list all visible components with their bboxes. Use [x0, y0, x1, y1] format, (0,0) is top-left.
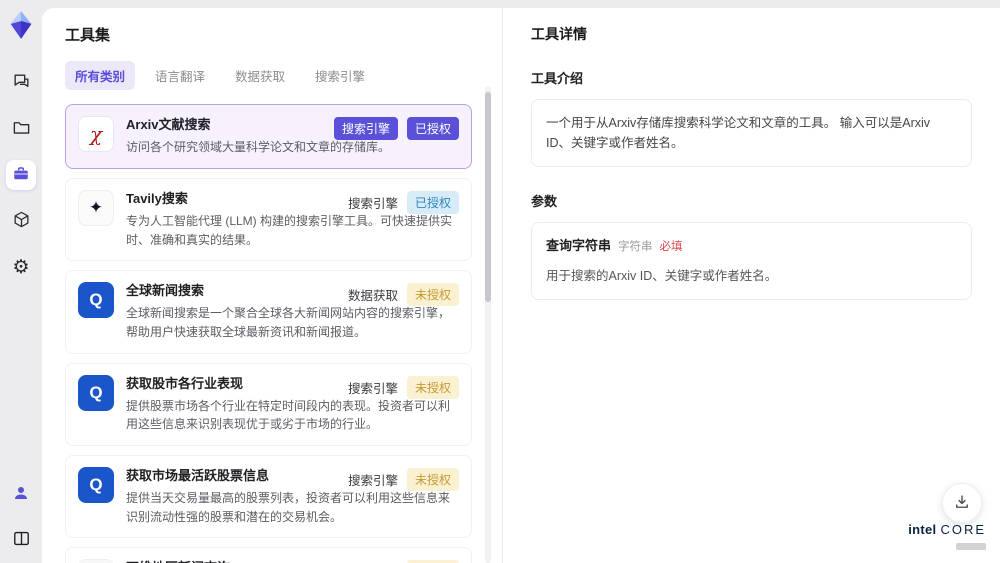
- sidebar-item-models[interactable]: [6, 206, 36, 236]
- sidebar-item-account[interactable]: [6, 479, 36, 509]
- panel-icon: [12, 529, 31, 551]
- tool-badges: 数据获取 未授权: [347, 283, 459, 307]
- status-badge: 已授权: [406, 190, 459, 214]
- tool-desc: 提供当天交易量最高的股票列表，投资者可以利用这些信息来识别流动性强的股票和潜在的…: [126, 491, 451, 524]
- category-label: 搜索引擎: [347, 473, 398, 488]
- sidebar-item-settings[interactable]: ⚙: [6, 252, 36, 282]
- param-header: 查询字符串 字符串 必填: [546, 236, 957, 257]
- tool-badges: 搜索引擎 未授权: [347, 375, 459, 399]
- content-shell: 工具集 所有类别 语言翻译 数据获取 搜索引擎 χ Arxiv文献搜索 访问各个研究领…: [42, 8, 1000, 563]
- status-badge: 未授权: [406, 467, 459, 491]
- intro-heading: 工具介绍: [531, 71, 584, 86]
- page-title: 工具集: [65, 27, 111, 44]
- download-button[interactable]: [942, 483, 982, 523]
- news-app-logo-icon: Q: [78, 374, 114, 411]
- chat-icon: [12, 72, 31, 94]
- category-label: 搜索引擎: [347, 196, 398, 211]
- tool-desc: 访问各个研究领域大量科学论文和文章的存储库。: [126, 140, 391, 155]
- folder-icon: [12, 118, 31, 140]
- tab-2[interactable]: 数据获取: [225, 61, 295, 90]
- tab-3[interactable]: 搜索引擎: [305, 61, 375, 90]
- intel-core-sub-badge: [956, 543, 986, 550]
- download-icon: [953, 493, 971, 514]
- tool-badges: 搜索引擎 已授权: [347, 190, 459, 214]
- briefcase-icon: [12, 165, 30, 186]
- tool-card[interactable]: 万维地区新闻查询 查询具体行政区划内的新闻，快速了解各地新闻动 搜索引擎 未授权: [65, 547, 472, 563]
- tab-0[interactable]: 所有类别: [65, 61, 136, 90]
- category-tabs: 所有类别 语言翻译 数据获取 搜索引擎: [65, 61, 472, 90]
- param-box: 查询字符串 字符串 必填 用于搜索的Arxiv ID、关键字或作者姓名。: [531, 222, 972, 300]
- sidebar-rail: ⚙: [0, 0, 42, 563]
- tool-card[interactable]: ✦ Tavily搜索 专为人工智能代理 (LLM) 构建的搜索引擎工具。可快速提…: [65, 177, 472, 262]
- intel-core-logo: intel CORE: [908, 522, 986, 555]
- param-required-flag: 必填: [659, 241, 683, 253]
- gear-icon: ⚙: [12, 256, 30, 278]
- category-label: 数据获取: [347, 289, 398, 304]
- cube-icon: [12, 210, 31, 232]
- param-type: 字符串: [618, 241, 653, 253]
- param-desc: 用于搜索的Arxiv ID、关键字或作者姓名。: [546, 268, 778, 283]
- newspaper-icon: [78, 559, 114, 563]
- brand-intel-text: intel: [908, 522, 937, 537]
- user-icon: [12, 484, 30, 505]
- tab-1[interactable]: 语言翻译: [145, 61, 215, 90]
- tool-list-pane: 工具集 所有类别 语言翻译 数据获取 搜索引擎 χ Arxiv文献搜索 访问各个研究领…: [42, 8, 503, 563]
- intro-text: 一个用于从Arxiv存储库搜索科学论文和文章的工具。 输入可以是Arxiv ID…: [546, 116, 931, 150]
- app-logo-icon: [7, 10, 35, 40]
- sidebar-item-files[interactable]: [6, 114, 36, 144]
- params-heading: 参数: [531, 194, 558, 209]
- status-badge: 已授权: [406, 117, 459, 140]
- arxiv-logo-icon: χ: [78, 116, 114, 152]
- sidebar-item-toolbox[interactable]: [6, 160, 36, 190]
- detail-title: 工具详情: [531, 26, 587, 42]
- news-app-logo-icon: Q: [78, 282, 114, 319]
- category-badge: 搜索引擎: [333, 117, 398, 140]
- sidebar-item-collapse[interactable]: [6, 525, 36, 555]
- scrollbar-thumb[interactable]: [485, 92, 491, 302]
- sidebar-item-chat[interactable]: [6, 68, 36, 98]
- tool-detail-pane: 工具详情 工具介绍 一个用于从Arxiv存储库搜索科学论文和文章的工具。 输入可…: [503, 8, 1000, 563]
- status-badge: 未授权: [406, 375, 459, 399]
- tool-desc: 提供股票市场各个行业在特定时间段内的表现。投资者可以利用这些信息来识别表现优于或…: [126, 398, 451, 432]
- param-name: 查询字符串: [546, 238, 612, 253]
- news-app-logo-icon: Q: [78, 466, 114, 503]
- tool-badges: 搜索引擎 未授权: [347, 467, 459, 491]
- tool-desc: 专为人工智能代理 (LLM) 构建的搜索引擎工具。可快速提供实时、准确和真实的结…: [126, 213, 453, 247]
- tool-desc: 全球新闻搜索是一个聚合全球各大新闻网站内容的搜索引擎，帮助用户快速获取全球最新资…: [126, 306, 451, 339]
- brand-core-text: CORE: [940, 522, 986, 537]
- tool-card[interactable]: Q 全球新闻搜索 全球新闻搜索是一个聚合全球各大新闻网站内容的搜索引擎，帮助用户…: [65, 270, 472, 354]
- tool-card[interactable]: Q 获取股市各行业表现 提供股票市场各个行业在特定时间段内的表现。投资者可以利用…: [65, 362, 472, 446]
- tool-list: χ Arxiv文献搜索 访问各个研究领域大量科学论文和文章的存储库。 搜索引擎 …: [65, 104, 472, 563]
- intro-box: 一个用于从Arxiv存储库搜索科学论文和文章的工具。 输入可以是Arxiv ID…: [531, 99, 972, 167]
- sparkle-icon: ✦: [78, 189, 114, 226]
- category-label: 搜索引擎: [347, 381, 398, 396]
- tool-badges: 搜索引擎 已授权: [333, 117, 459, 140]
- status-badge: 未授权: [406, 283, 459, 307]
- tool-card[interactable]: Q 获取市场最活跃股票信息 提供当天交易量最高的股票列表，投资者可以利用这些信息…: [65, 454, 472, 539]
- tool-card[interactable]: χ Arxiv文献搜索 访问各个研究领域大量科学论文和文章的存储库。 搜索引擎 …: [65, 104, 472, 169]
